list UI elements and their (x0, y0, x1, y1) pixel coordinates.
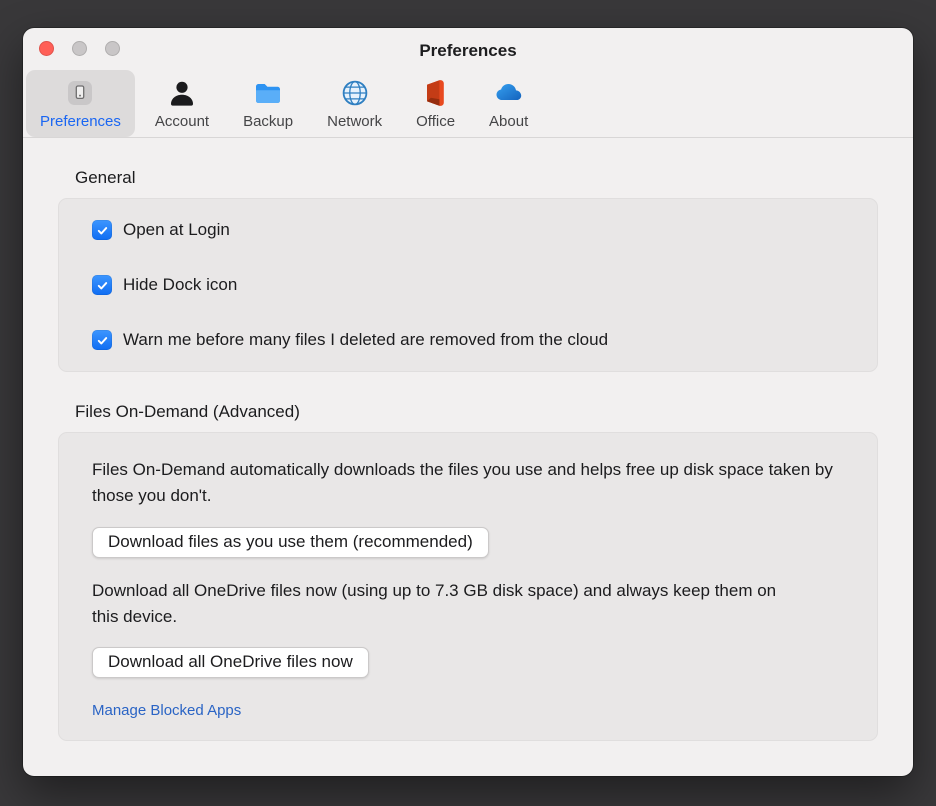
tab-label: Backup (243, 113, 294, 130)
checkbox-checked-icon[interactable] (92, 275, 112, 295)
preferences-window: Preferences Preferences Account Backup N… (23, 28, 913, 776)
traffic-lights (39, 28, 120, 68)
checkbox-checked-icon[interactable] (92, 330, 112, 350)
tab-label: Office (416, 113, 456, 130)
content-area: General Open at Login Hide Dock icon War… (23, 168, 913, 742)
toolbar: Preferences Account Backup Network Offic… (23, 68, 913, 138)
folder-icon (253, 78, 283, 108)
globe-icon (340, 78, 370, 108)
minimize-button[interactable] (72, 40, 87, 56)
tab-backup[interactable]: Backup (229, 70, 307, 137)
tab-network[interactable]: Network (313, 70, 396, 137)
checkbox-row-warn-before-delete: Warn me before many files I deleted are … (92, 317, 844, 363)
files-on-demand-description: Files On-Demand automatically downloads … (92, 460, 833, 506)
files-on-demand-heading: Files On-Demand (Advanced) (75, 402, 300, 421)
tab-preferences[interactable]: Preferences (26, 70, 135, 137)
onedrive-cloud-icon (494, 78, 524, 108)
tab-label: Account (154, 113, 210, 130)
tab-office[interactable]: Office (402, 70, 469, 137)
manage-blocked-apps-link[interactable]: Manage Blocked Apps (92, 702, 241, 719)
general-heading: General (75, 168, 136, 187)
checkbox-label: Open at Login (123, 220, 230, 239)
checkbox-checked-icon[interactable] (92, 220, 112, 240)
tab-label: About (489, 113, 529, 130)
tab-about[interactable]: About (475, 70, 542, 137)
checkbox-row-open-at-login: Open at Login (92, 207, 844, 253)
office-logo-icon (421, 78, 451, 108)
tab-account[interactable]: Account (141, 70, 223, 137)
preferences-pane-icon (65, 78, 95, 108)
download-all-description: Download all OneDrive files now (using u… (92, 580, 777, 627)
files-on-demand-panel: Files On-Demand automatically downloads … (58, 432, 878, 742)
window-title: Preferences (419, 41, 517, 60)
general-panel: Open at Login Hide Dock icon Warn me bef… (58, 198, 878, 372)
person-icon (167, 78, 197, 108)
tab-label: Network (327, 113, 383, 130)
checkbox-label: Warn me before many files I deleted are … (123, 330, 609, 349)
close-button[interactable] (39, 40, 54, 56)
titlebar[interactable]: Preferences (23, 28, 913, 68)
checkbox-row-hide-dock-icon: Hide Dock icon (92, 262, 844, 308)
zoom-button[interactable] (105, 40, 120, 56)
tab-label: Preferences (40, 113, 121, 130)
checkbox-label: Hide Dock icon (123, 275, 238, 294)
download-all-button[interactable]: Download all OneDrive files now (92, 647, 369, 679)
download-as-used-button[interactable]: Download files as you use them (recommen… (92, 526, 489, 558)
